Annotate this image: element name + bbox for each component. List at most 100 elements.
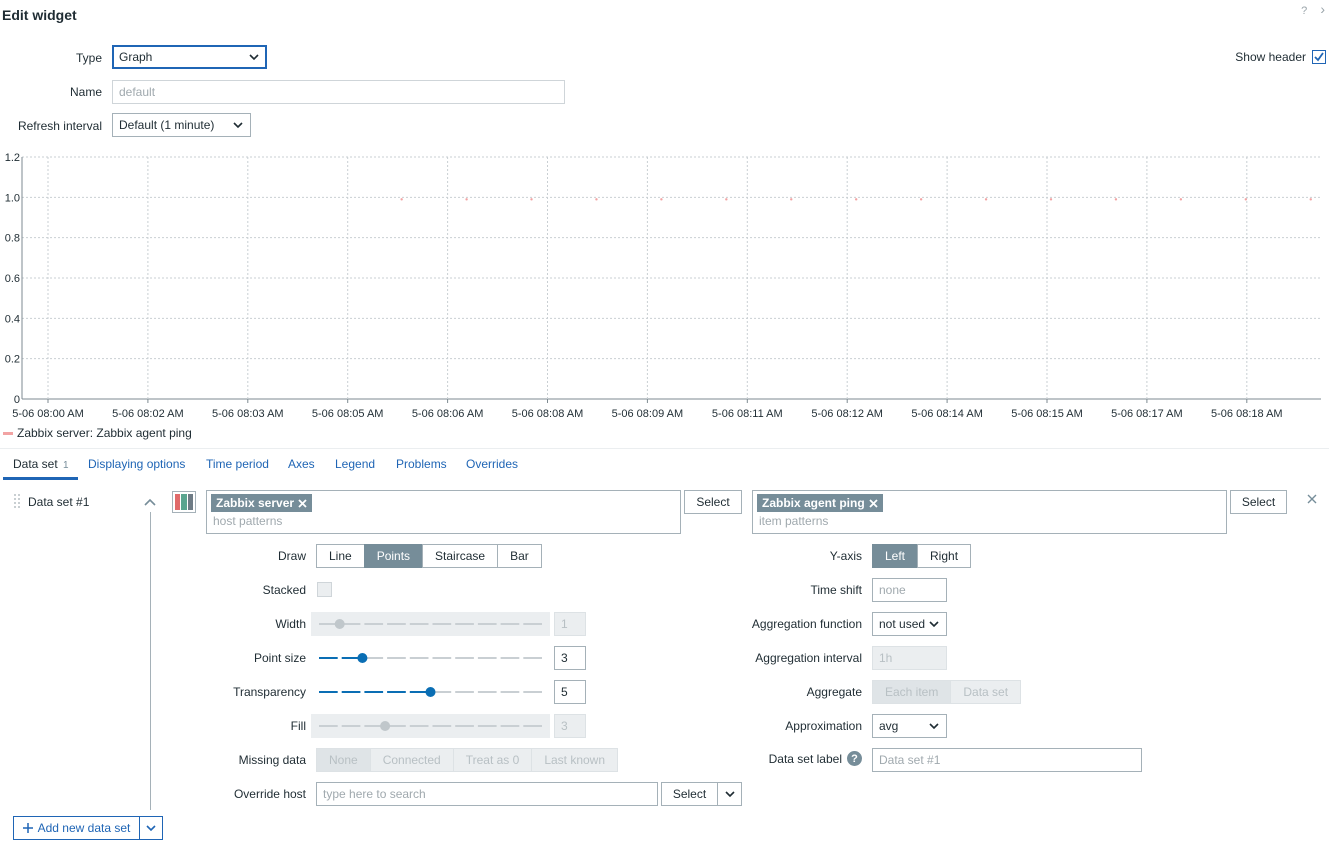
- show-header-checkbox[interactable]: [1312, 50, 1326, 64]
- transparency-label: Transparency: [233, 685, 306, 699]
- y-tick-label: 0.2: [5, 354, 20, 366]
- tab-problems[interactable]: Problems: [396, 457, 447, 471]
- help-circle-icon[interactable]: ?: [847, 751, 862, 766]
- graph-preview: 1.2 1.0 0.8 0.6 0.4 0.2 0 5-06 08:00 AM 5-06 08:…: [5, 152, 1321, 420]
- tab-overrides[interactable]: Overrides: [466, 457, 518, 471]
- data-point: [1049, 198, 1053, 201]
- item-patterns-multiselect[interactable]: Zabbix agent ping item patterns: [752, 490, 1227, 534]
- width-slider[interactable]: [311, 612, 550, 636]
- aggregation-function-label: Aggregation function: [751, 617, 862, 631]
- add-new-data-set-button[interactable]: Add new data set: [13, 816, 140, 840]
- x-tick-label: 5-06 08:06 AM: [412, 408, 484, 420]
- show-header-field: Show header: [1235, 50, 1326, 64]
- tab-displaying-options[interactable]: Displaying options: [88, 457, 185, 471]
- check-icon: [1314, 52, 1324, 62]
- tab-legend[interactable]: Legend: [335, 457, 375, 471]
- missing-option-last-known[interactable]: Last known: [531, 748, 619, 772]
- override-host-input[interactable]: type here to search: [316, 782, 658, 806]
- transparency-value-input[interactable]: 5: [554, 680, 586, 704]
- type-value: Graph: [119, 50, 153, 64]
- override-host-dropdown-button[interactable]: [717, 782, 742, 806]
- item-select-button[interactable]: Select: [1230, 490, 1287, 514]
- host-patterns-placeholder: host patterns: [213, 514, 283, 528]
- x-tick-label: 5-06 08:08 AM: [512, 408, 584, 420]
- y-axis-option-right[interactable]: Right: [917, 544, 972, 568]
- chevron-up-icon[interactable]: [143, 497, 157, 507]
- draw-option-bar[interactable]: Bar: [497, 544, 542, 568]
- point-size-value-input[interactable]: 3: [554, 646, 586, 670]
- transparency-value: 5: [561, 685, 568, 699]
- chevron-down-icon: [929, 621, 939, 628]
- draw-option-staircase[interactable]: Staircase: [422, 544, 499, 568]
- palette-swatch-red: [175, 494, 181, 510]
- y-axis-label: Y-axis: [829, 549, 862, 563]
- close-icon[interactable]: [1307, 494, 1317, 504]
- refresh-interval-select[interactable]: Default (1 minute): [112, 113, 251, 137]
- remove-tag-icon[interactable]: [298, 498, 307, 508]
- stacked-checkbox[interactable]: [317, 582, 332, 597]
- data-set-label-input[interactable]: Data set #1: [872, 748, 1142, 772]
- missing-option-connected[interactable]: Connected: [369, 748, 454, 772]
- approximation-select[interactable]: avg: [872, 714, 947, 738]
- palette-swatch-gray: [187, 494, 193, 510]
- chevron-down-icon: [146, 825, 156, 832]
- tab-data-set-count: 1: [63, 460, 69, 471]
- override-host-select-button[interactable]: Select: [661, 782, 718, 806]
- add-new-data-set-dropdown[interactable]: [139, 816, 163, 840]
- tab-axes[interactable]: Axes: [288, 457, 315, 471]
- data-point: [790, 198, 793, 201]
- missing-data-label: Missing data: [238, 753, 306, 767]
- y-axis-option-left[interactable]: Left: [872, 544, 919, 568]
- draw-segmented: Line Points Staircase Bar: [316, 544, 542, 568]
- x-tick-label: 5-06 08:03 AM: [212, 408, 284, 420]
- data-set-label-placeholder: Data set #1: [879, 753, 941, 767]
- transparency-slider[interactable]: [311, 680, 550, 704]
- fill-label: Fill: [290, 719, 306, 733]
- host-select-button[interactable]: Select: [684, 490, 742, 514]
- approximation-value: avg: [879, 719, 899, 733]
- stacked-label: Stacked: [262, 583, 306, 597]
- help-icon[interactable]: ?: [1301, 5, 1307, 17]
- aggregation-interval-input[interactable]: 1h: [872, 646, 947, 670]
- time-shift-placeholder: none: [879, 583, 906, 597]
- show-header-label: Show header: [1235, 50, 1306, 64]
- data-point: [1244, 198, 1248, 201]
- width-label: Width: [275, 617, 306, 631]
- host-patterns-multiselect[interactable]: Zabbix server host patterns: [206, 490, 681, 534]
- data-point: [1114, 198, 1118, 201]
- name-input[interactable]: default: [112, 80, 565, 104]
- data-point: [465, 198, 468, 201]
- draw-option-line[interactable]: Line: [316, 544, 365, 568]
- refresh-interval-label: Refresh interval: [17, 119, 102, 133]
- legend-series-name: Zabbix server: Zabbix agent ping: [17, 426, 192, 440]
- header-actions: ? ›: [1301, 1, 1325, 17]
- collapse-icon[interactable]: ›: [1320, 1, 1325, 17]
- aggregate-option-data-set[interactable]: Data set: [950, 680, 1022, 704]
- x-tick-label: 5-06 08:09 AM: [612, 408, 684, 420]
- width-value-input[interactable]: 1: [554, 612, 586, 636]
- point-size-value: 3: [561, 651, 568, 665]
- remove-tag-icon[interactable]: [869, 498, 878, 508]
- drag-handle-icon[interactable]: [13, 493, 21, 512]
- aggregate-option-each-item[interactable]: Each item: [872, 680, 952, 704]
- x-tick-label: 5-06 08:12 AM: [811, 408, 883, 420]
- y-tick-label: 0: [14, 394, 20, 406]
- point-size-slider[interactable]: [311, 646, 550, 670]
- data-point: [984, 198, 988, 201]
- fill-slider[interactable]: [311, 714, 550, 738]
- aggregation-function-select[interactable]: not used: [872, 612, 947, 636]
- draw-option-points[interactable]: Points: [363, 544, 424, 568]
- tab-time-period[interactable]: Time period: [206, 457, 269, 471]
- missing-option-treat-as-0[interactable]: Treat as 0: [452, 748, 533, 772]
- fill-value-input[interactable]: 3: [554, 714, 586, 738]
- slider-thumb: [425, 687, 436, 697]
- tabs-divider: [0, 448, 1329, 449]
- dataset-name: Data set #1: [28, 495, 90, 509]
- missing-option-none[interactable]: None: [316, 748, 371, 772]
- draw-label: Draw: [277, 549, 306, 563]
- tab-data-set[interactable]: Data set 1: [13, 457, 69, 471]
- time-shift-input[interactable]: none: [872, 578, 947, 602]
- type-select[interactable]: Graph: [112, 45, 267, 69]
- color-palette-button[interactable]: [172, 491, 196, 513]
- data-point: [854, 198, 858, 201]
